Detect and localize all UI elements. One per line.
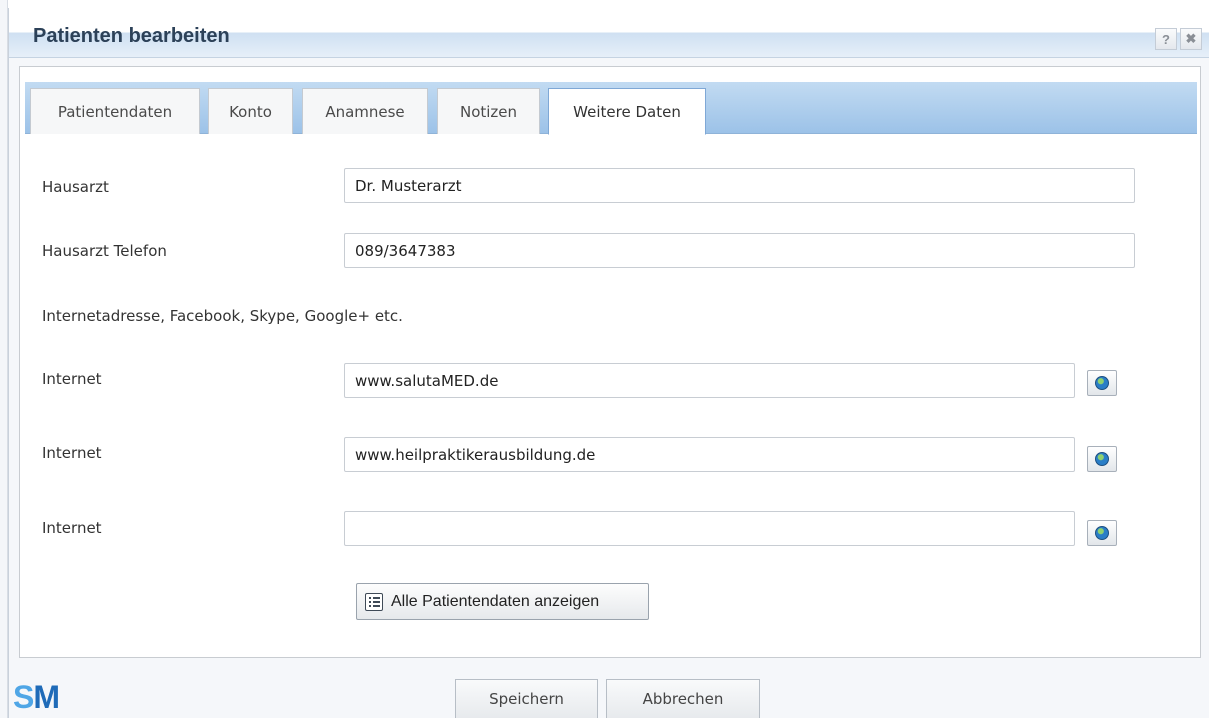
open-url-button-2[interactable] (1087, 446, 1117, 472)
internet-hint: Internetadresse, Facebook, Skype, Google… (42, 307, 403, 325)
tab-patientendaten[interactable]: Patientendaten (30, 88, 200, 134)
hausarzt-telefon-field[interactable]: 089/3647383 (344, 233, 1135, 268)
internet-label-1: Internet (42, 370, 102, 388)
internet-field-2[interactable]: www.heilpraktikerausbildung.de (344, 437, 1075, 472)
show-all-patient-data-button[interactable]: Alle Patientendaten anzeigen (356, 583, 649, 620)
globe-icon (1095, 376, 1109, 390)
tab-konto[interactable]: Konto (208, 88, 293, 134)
internet-label-3: Internet (42, 519, 102, 537)
close-icon: ✖ (1185, 31, 1197, 46)
hausarzt-telefon-label: Hausarzt Telefon (42, 242, 167, 260)
background-app-edge (0, 0, 8, 718)
open-url-button-3[interactable] (1087, 520, 1117, 546)
tab-notizen[interactable]: Notizen (437, 88, 540, 134)
show-all-patient-data-label: Alle Patientendaten anzeigen (391, 592, 600, 610)
dialog-title: Patienten bearbeiten (33, 25, 230, 47)
dialog-titlebar: Patienten bearbeiten ? ✖ (9, 8, 1209, 58)
close-button[interactable]: ✖ (1180, 28, 1202, 50)
save-button[interactable]: Speichern (455, 679, 598, 718)
tab-strip: Patientendaten Konto Anamnese Notizen We… (25, 82, 1197, 135)
form-panel: Patientendaten Konto Anamnese Notizen We… (19, 66, 1201, 658)
tab-weitere-daten[interactable]: Weitere Daten (548, 88, 706, 135)
help-button[interactable]: ? (1155, 28, 1177, 50)
edit-patient-dialog: Patienten bearbeiten ? ✖ Patientendaten … (8, 8, 1209, 718)
internet-label-2: Internet (42, 444, 102, 462)
globe-icon (1095, 452, 1109, 466)
tab-anamnese[interactable]: Anamnese (302, 88, 428, 134)
cancel-button[interactable]: Abbrechen (606, 679, 760, 718)
list-icon (365, 592, 383, 611)
open-url-button-1[interactable] (1087, 370, 1117, 396)
hausarzt-label: Hausarzt (42, 178, 109, 196)
internet-field-1[interactable]: www.salutaMED.de (344, 363, 1075, 398)
dialog-footer: SM Speichern Abbrechen (9, 658, 1209, 718)
globe-icon (1095, 526, 1109, 540)
help-icon: ? (1162, 31, 1170, 47)
hausarzt-field[interactable]: Dr. Musterarzt (344, 168, 1135, 203)
sm-logo: SM (13, 679, 60, 715)
internet-field-3[interactable] (344, 511, 1075, 546)
